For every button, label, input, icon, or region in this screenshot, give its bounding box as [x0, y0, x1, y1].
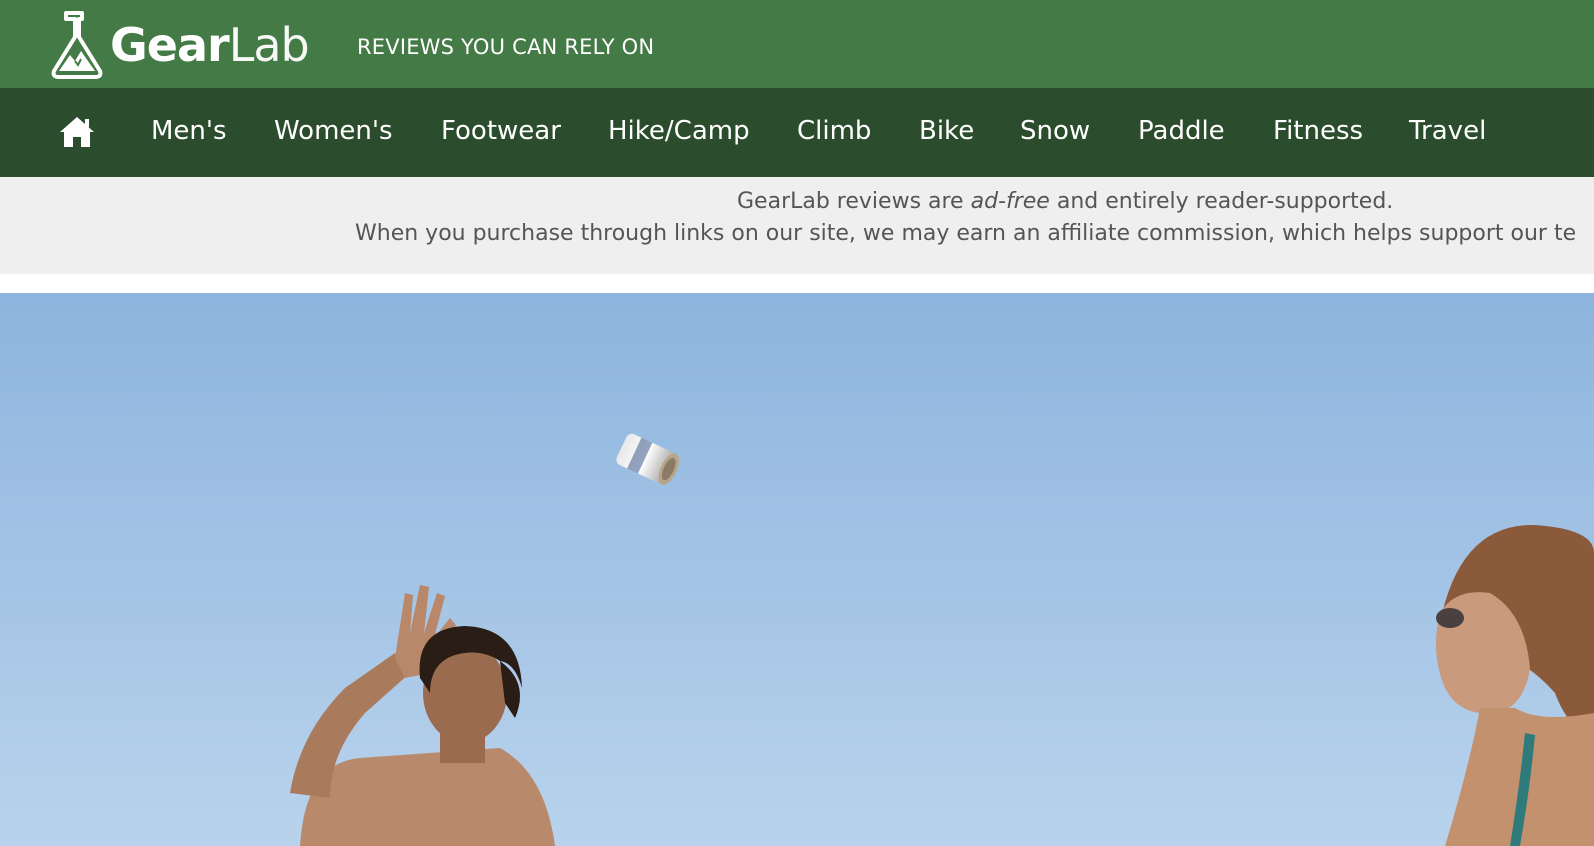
tagline: REVIEWS YOU CAN RELY ON	[357, 35, 655, 59]
nav-item-footwear[interactable]: Footwear	[441, 114, 561, 148]
notice-line-2: When you purchase through links on our s…	[355, 221, 1577, 246]
notice-line-1: GearLab reviews are ad-free and entirely…	[737, 189, 1393, 214]
logo-gear-text: Gear	[110, 18, 230, 72]
site-header: GearLab REVIEWS YOU CAN RELY ON	[0, 0, 1594, 88]
nav-item-climb[interactable]: Climb	[797, 114, 871, 148]
woman-figure	[1436, 524, 1594, 846]
nav-item-bike[interactable]: Bike	[919, 114, 974, 148]
page: GearLab REVIEWS YOU CAN RELY ON Men's Wo…	[0, 0, 1594, 846]
hero-photo	[0, 293, 1594, 846]
nav-item-hike-camp[interactable]: Hike/Camp	[608, 114, 750, 148]
nav-item-fitness[interactable]: Fitness	[1273, 114, 1363, 148]
nav-item-mens[interactable]: Men's	[151, 114, 227, 148]
flask-logo-icon	[51, 11, 103, 79]
nav-item-paddle[interactable]: Paddle	[1138, 114, 1225, 148]
logo-lab-text: Lab	[228, 18, 310, 72]
nav-item-snow[interactable]: Snow	[1020, 114, 1090, 148]
nav-home[interactable]	[58, 115, 96, 149]
notice-line-1-start: GearLab reviews are	[737, 189, 971, 214]
nav-item-womens[interactable]: Women's	[274, 114, 393, 148]
notice-ad-free: ad-free	[970, 189, 1050, 214]
nav-item-travel[interactable]: Travel	[1409, 114, 1486, 148]
home-icon	[60, 117, 94, 147]
gearlab-logo[interactable]: GearLab	[50, 10, 310, 80]
notice-line-1-end: and entirely reader-supported.	[1049, 189, 1394, 214]
main-nav: Men's Women's Footwear Hike/Camp Climb B…	[0, 88, 1594, 177]
affiliate-notice: GearLab reviews are ad-free and entirely…	[0, 177, 1594, 274]
hero-image	[0, 293, 1594, 846]
